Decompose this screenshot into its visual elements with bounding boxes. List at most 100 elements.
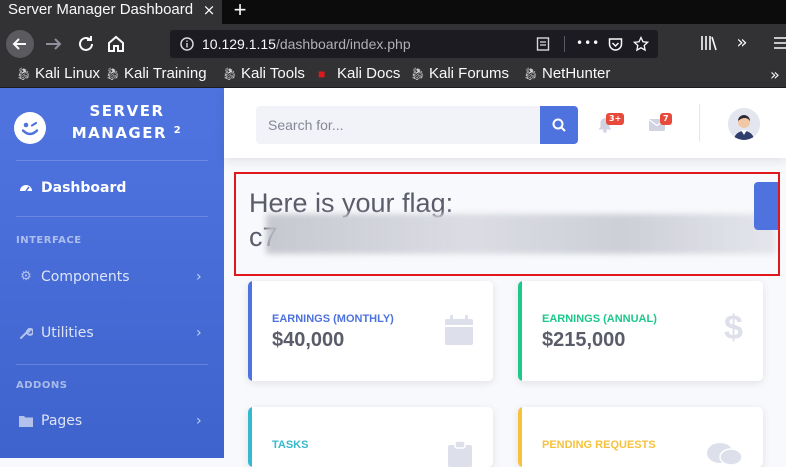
brand-version: 2	[173, 125, 183, 136]
kali-dragon-icon: 🐉︎	[105, 67, 121, 81]
sidebar-item-label: Pages	[41, 413, 83, 429]
browser-tab[interactable]: Server Manager Dashboard	[0, 0, 222, 24]
bookmark-kali-docs[interactable]: ■ Kali Docs	[318, 62, 400, 88]
sidebar-divider	[16, 216, 208, 217]
flag-redaction-blur	[266, 214, 776, 254]
library-icon[interactable]	[700, 35, 718, 51]
sidebar-item-utilities[interactable]: Utilities ›	[0, 313, 224, 353]
sidebar-item-label: Components	[41, 269, 130, 285]
sidebar-item-components[interactable]: ⚙ Components ›	[0, 257, 224, 297]
folder-icon	[18, 401, 34, 441]
bookmark-kali-linux[interactable]: 🐉︎ Kali Linux	[16, 62, 100, 88]
clipboard-list-icon	[448, 441, 472, 467]
alerts-dropdown[interactable]: 3+	[596, 110, 626, 140]
generate-report-button[interactable]	[754, 182, 778, 230]
kali-dragon-icon: 🐉︎	[410, 67, 426, 81]
hamburger-menu-icon[interactable]	[774, 36, 786, 50]
kali-dragon-icon: 🐉︎	[16, 67, 32, 81]
back-button[interactable]	[6, 30, 34, 58]
brand-line-2: MANAGER 2	[71, 124, 183, 142]
card-accent	[518, 407, 522, 467]
card-accent	[518, 281, 522, 381]
sidebar-heading-interface: INTERFACE	[16, 235, 82, 246]
home-button[interactable]	[104, 32, 128, 56]
brand-logo-icon[interactable]	[14, 112, 46, 144]
urlbar-divider	[564, 36, 565, 52]
card-title: TASKS	[272, 439, 309, 451]
new-tab-button[interactable]: +	[230, 0, 250, 22]
dollar-sign-icon: $	[724, 309, 743, 347]
reload-button[interactable]	[74, 32, 98, 56]
tachometer-icon	[18, 168, 34, 208]
url-text: 10.129.1.15/dashboard/index.php	[202, 30, 411, 58]
sidebar-item-label: Dashboard	[41, 180, 127, 196]
brand-line-1: SERVER	[89, 102, 165, 120]
alerts-count-badge: 3+	[606, 113, 625, 125]
messages-count-badge: 7	[660, 113, 672, 125]
sidebar-heading-addons: ADDONS	[16, 380, 68, 391]
chevron-right-icon: ›	[196, 269, 202, 285]
bookmark-label: Kali Docs	[337, 65, 401, 82]
search-icon	[552, 118, 566, 132]
bookmarks-toolbar: 🐉︎ Kali Linux 🐉︎ Kali Training 🐉︎ Kali Tool…	[0, 62, 786, 88]
sidebar-item-dashboard[interactable]: Dashboard	[0, 168, 224, 208]
browser-nav-bar: 10.129.1.15/dashboard/index.php ••• »	[0, 24, 786, 62]
sidebar-item-pages[interactable]: Pages ›	[0, 401, 224, 441]
calendar-icon	[445, 315, 473, 345]
card-tasks: TASKS	[248, 407, 493, 467]
flag-highlight-box: Here is your flag: c7	[234, 172, 780, 276]
nethunter-icon: 🐉︎	[523, 67, 539, 81]
card-title: EARNINGS (ANNUAL)	[542, 313, 657, 325]
card-earnings-monthly: EARNINGS (MONTHLY) $40,000	[248, 281, 493, 381]
cog-icon: ⚙	[20, 269, 32, 284]
sidebar-item-label: Utilities	[41, 325, 94, 341]
comments-icon	[707, 443, 742, 466]
forward-button[interactable]	[42, 32, 66, 56]
page-actions-icon[interactable]: •••	[576, 30, 600, 56]
url-path: /dashboard/index.php	[275, 36, 411, 52]
bookmark-kali-forums[interactable]: 🐉︎ Kali Forums	[410, 62, 509, 88]
topbar-divider	[699, 104, 700, 142]
bookmark-label: Kali Training	[124, 65, 207, 82]
bookmark-kali-training[interactable]: 🐉︎ Kali Training	[105, 62, 207, 88]
bookmarks-overflow-icon[interactable]: »	[770, 62, 780, 88]
reload-icon	[79, 36, 93, 51]
bookmark-kali-tools[interactable]: 🐉︎ Kali Tools	[222, 62, 305, 88]
home-icon	[108, 35, 124, 52]
card-value: $40,000	[272, 329, 345, 351]
card-earnings-annual: EARNINGS (ANNUAL) $215,000 $	[518, 281, 763, 381]
bookmark-label: NetHunter	[542, 65, 611, 82]
card-pending-requests: PENDING REQUESTS	[518, 407, 763, 467]
wrench-icon	[18, 313, 34, 353]
sidebar: SERVER MANAGER 2 Dashboard INTERFACE ⚙ C…	[0, 88, 224, 458]
chevron-right-icon: ›	[196, 413, 202, 429]
messages-dropdown[interactable]: 7	[648, 110, 678, 140]
close-tab-icon[interactable]: ×	[200, 0, 218, 22]
pocket-icon[interactable]	[608, 37, 623, 51]
card-title: PENDING REQUESTS	[542, 439, 656, 451]
bookmark-star-icon[interactable]	[633, 36, 649, 52]
kali-dragon-icon: 🐉︎	[222, 67, 238, 81]
forward-arrow-icon	[46, 38, 62, 50]
search-button[interactable]	[540, 106, 578, 144]
brand-name[interactable]: SERVER MANAGER 2	[62, 100, 192, 144]
browser-tab-bar: Server Manager Dashboard × +	[0, 0, 786, 24]
info-icon[interactable]	[180, 37, 194, 51]
user-avatar[interactable]	[728, 108, 760, 140]
overflow-menu-icon[interactable]: »	[730, 31, 754, 55]
back-arrow-icon	[12, 38, 26, 50]
tab-title: Server Manager Dashboard	[8, 1, 194, 18]
card-accent	[248, 281, 252, 381]
address-bar[interactable]: 10.129.1.15/dashboard/index.php •••	[170, 30, 658, 58]
topbar: 3+ 7	[224, 88, 786, 158]
sidebar-divider	[16, 364, 208, 365]
card-title: EARNINGS (MONTHLY)	[272, 313, 394, 325]
reader-view-icon[interactable]	[536, 37, 550, 51]
search-input[interactable]	[256, 106, 540, 144]
bookmark-nethunter[interactable]: 🐉︎ NetHunter	[523, 62, 610, 88]
url-host: 10.129.1.15	[202, 36, 276, 52]
sidebar-divider	[16, 160, 208, 161]
chevron-right-icon: ›	[196, 325, 202, 341]
bookmark-label: Kali Tools	[241, 65, 305, 82]
bookmark-label: Kali Linux	[35, 65, 101, 82]
